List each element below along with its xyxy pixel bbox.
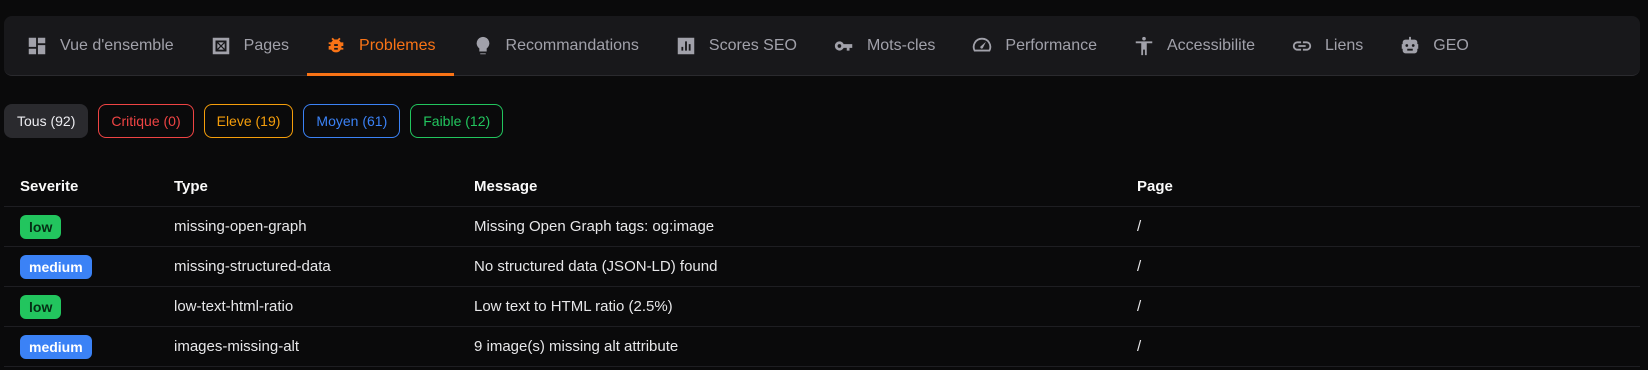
tab-seo-scores[interactable]: Scores SEO	[657, 16, 815, 75]
issue-page[interactable]: /	[1137, 258, 1640, 275]
tab-label: Mots-cles	[866, 36, 936, 54]
tab-performance[interactable]: Performance	[953, 16, 1115, 75]
table-row[interactable]: medium missing-structured-data No struct…	[4, 247, 1640, 287]
issue-type: missing-open-graph	[174, 218, 307, 235]
issue-message: No structured data (JSON-LD) found	[474, 258, 718, 275]
bar-chart-icon	[677, 37, 695, 54]
tab-label: Performance	[1005, 36, 1097, 54]
header-page[interactable]: Page	[1137, 178, 1640, 195]
table-row[interactable]: low missing-open-graph Missing Open Grap…	[4, 207, 1640, 247]
filter-medium-button[interactable]: Moyen (61)	[303, 104, 401, 138]
issue-type: images-missing-alt	[174, 338, 300, 355]
link-icon	[1292, 40, 1312, 51]
pages-icon	[212, 37, 229, 54]
issue-type: low-text-html-ratio	[174, 298, 294, 315]
tab-pages[interactable]: Pages	[192, 16, 307, 75]
header-severity[interactable]: Severite	[4, 178, 174, 195]
issues-table: Severite Type Message Page low missing-o…	[4, 166, 1640, 367]
tab-label: Vue d'ensemble	[60, 36, 174, 54]
speedometer-icon	[973, 37, 992, 51]
tab-label: Accessibilite	[1167, 36, 1256, 54]
tab-recommendations[interactable]: Recommandations	[454, 16, 657, 75]
tab-links[interactable]: Liens	[1273, 16, 1381, 75]
filter-low-button[interactable]: Faible (12)	[410, 104, 504, 138]
dashboard-icon	[28, 37, 46, 54]
table-header: Severite Type Message Page	[4, 166, 1640, 207]
issue-message: 9 image(s) missing alt attribute	[474, 338, 679, 355]
severity-badge: medium	[20, 334, 92, 359]
issue-page[interactable]: /	[1137, 338, 1640, 355]
severity-filters: Tous (92) Critique (0) Eleve (19) Moyen …	[4, 104, 504, 138]
bug-icon	[328, 37, 344, 52]
severity-badge: medium	[20, 254, 92, 279]
issue-type: missing-structured-data	[174, 258, 331, 275]
header-message[interactable]: Message	[474, 178, 1137, 195]
tab-geo[interactable]: GEO	[1381, 16, 1487, 75]
header-type[interactable]: Type	[174, 178, 474, 195]
table-row[interactable]: medium images-missing-alt 9 image(s) mis…	[4, 327, 1640, 367]
issue-message: Low text to HTML ratio (2.5%)	[474, 298, 673, 315]
lightbulb-icon	[476, 36, 489, 54]
key-icon	[834, 40, 853, 51]
filter-critical-button[interactable]: Critique (0)	[98, 104, 194, 138]
issue-page[interactable]: /	[1137, 218, 1640, 235]
tab-label: Recommandations	[505, 36, 639, 54]
tab-bar: Vue d'ensemble Pages Problemes Recommand…	[4, 16, 1640, 76]
tab-label: Pages	[243, 36, 290, 54]
tab-keywords[interactable]: Mots-cles	[815, 16, 953, 75]
tab-label: Problemes	[359, 36, 436, 54]
robot-icon	[1402, 36, 1419, 53]
tab-label: Scores SEO	[708, 36, 797, 54]
table-row[interactable]: low low-text-html-ratio Low text to HTML…	[4, 287, 1640, 327]
severity-badge: low	[20, 294, 62, 319]
accessibility-icon	[1135, 36, 1153, 55]
tab-label: Liens	[1325, 36, 1364, 54]
issue-page[interactable]: /	[1137, 298, 1640, 315]
tab-accessibility[interactable]: Accessibilite	[1115, 16, 1273, 75]
tab-label: GEO	[1433, 36, 1469, 54]
tab-problems[interactable]: Problemes	[307, 16, 455, 76]
tab-overview[interactable]: Vue d'ensemble	[22, 16, 192, 75]
filter-high-button[interactable]: Eleve (19)	[203, 104, 294, 138]
filter-all-button[interactable]: Tous (92)	[4, 104, 89, 138]
severity-badge: low	[20, 214, 62, 239]
issue-message: Missing Open Graph tags: og:image	[474, 218, 715, 235]
